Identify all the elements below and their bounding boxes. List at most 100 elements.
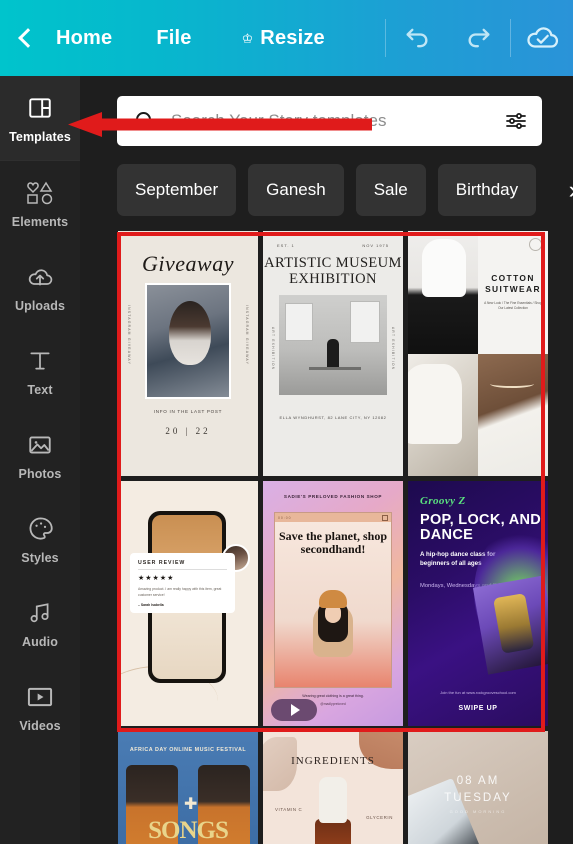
logo-badge-icon (529, 238, 542, 251)
cloud-check-icon (527, 27, 559, 48)
template-card-cotton-suitwear[interactable]: COTTON SUITWEAR A New Look / The Fine Es… (408, 231, 548, 476)
photos-icon (27, 430, 53, 460)
chip-september[interactable]: September (117, 164, 237, 216)
brand-label: SADIE'S PRELOVED FASHION SHOP (283, 494, 383, 499)
sidebar-label-elements: Elements (11, 214, 69, 229)
template-card-pop-lock-and-dance[interactable]: Groovy Z POP, LOCK, AND DANCE A hip-hop … (408, 481, 548, 726)
cloud-save-status-button[interactable] (511, 0, 573, 76)
text-icon (27, 346, 53, 376)
template-card-giveaway[interactable]: Giveaway INFO IN THE LAST POST 20 | 22 I… (118, 231, 258, 476)
header-left: EST. 1 (277, 243, 295, 248)
template-card-08-am-tuesday[interactable]: 08 AM TUESDAY GOOD MORNING (408, 731, 548, 844)
template-text: 08 AM TUESDAY GOOD MORNING (408, 773, 548, 815)
window-label: 00:00 (278, 515, 292, 520)
photo-top-left (408, 231, 478, 354)
sidebar-label-templates: Templates (9, 129, 71, 144)
left-sidebar: Templates Elements Uploads Text Photos S… (0, 76, 80, 844)
top-toolbar: Home File ♔ Resize (0, 0, 573, 76)
search-icon (136, 112, 155, 131)
window-close-icon (382, 514, 388, 521)
back-button[interactable] (0, 0, 56, 76)
sliders-filter-icon[interactable] (504, 109, 528, 133)
template-card-save-the-planet[interactable]: SADIE'S PRELOVED FASHION SHOP 00:00 Save… (263, 481, 403, 726)
year-right: 22 (195, 426, 211, 436)
templates-panel: Search Your Story templates September Ga… (80, 76, 573, 844)
template-grid: Giveaway INFO IN THE LAST POST 20 | 22 I… (118, 231, 566, 844)
sidebar-label-audio: Audio (22, 634, 58, 649)
top-toolbar-right (385, 0, 573, 76)
figure-hat (319, 590, 347, 608)
template-cta: SWIPE UP (458, 705, 498, 712)
photo-bottom-left (408, 353, 478, 476)
template-caption: Wearing great clothing is a great thing. (302, 694, 364, 698)
template-big-text: SONGS (148, 817, 229, 844)
videos-icon (26, 682, 54, 712)
resize-label: Resize (260, 26, 325, 49)
template-card-africa-day[interactable]: AFRICA DAY ONLINE MUSIC FESTIVAL ✚ SONGS (118, 731, 258, 844)
redo-icon (468, 28, 490, 48)
sidebar-item-uploads[interactable]: Uploads (0, 245, 80, 329)
template-header: EST. 1 NOV 1975 (277, 243, 389, 248)
template-side-text-left: ART EXHIBITION (271, 327, 275, 371)
undo-button[interactable] (386, 0, 448, 76)
search-box[interactable]: Search Your Story templates (117, 96, 542, 146)
chip-next-arrow-icon[interactable]: › (569, 178, 573, 203)
chip-ganesh[interactable]: Ganesh (248, 164, 344, 216)
sidebar-item-elements[interactable]: Elements (0, 161, 80, 245)
sidebar-label-styles: Styles (21, 550, 59, 565)
template-side-text-right: INSTAGRAM GIVEAWAY (245, 305, 249, 366)
sidebar-item-styles[interactable]: Styles (0, 497, 80, 581)
resize-button[interactable]: ♔ Resize (242, 27, 325, 50)
template-card-artistic-museum[interactable]: EST. 1 NOV 1975 ARTISTIC MUSEUM EXHIBITI… (263, 231, 403, 476)
undo-icon (406, 28, 428, 48)
time-line: 08 AM (456, 775, 500, 787)
file-menu-button[interactable]: File (156, 27, 191, 50)
header-right: NOV 1975 (362, 243, 389, 248)
styles-palette-icon (27, 514, 54, 544)
template-caption: INFO IN THE LAST POST (153, 409, 223, 414)
sidebar-item-photos[interactable]: Photos (0, 413, 80, 497)
search-input[interactable]: Search Your Story templates (171, 111, 504, 131)
dancer-photo (472, 575, 548, 675)
sidebar-label-photos: Photos (18, 466, 62, 481)
template-side-text-left: INSTAGRAM GIVEAWAY (127, 305, 131, 366)
chip-birthday[interactable]: Birthday (437, 164, 537, 216)
template-footer: Join the fun at www.rockgrooveschool.com (440, 689, 516, 695)
sidebar-item-videos[interactable]: Videos (0, 665, 80, 749)
sidebar-item-templates[interactable]: Templates (0, 76, 80, 160)
template-title: Giveaway (142, 251, 234, 276)
template-photo (145, 283, 231, 399)
sidebar-label-uploads: Uploads (14, 298, 65, 313)
chevron-left-icon (18, 28, 38, 48)
template-card-ingredients[interactable]: INGREDIENTS VITAMIN C GLYCERIN (263, 731, 403, 844)
play-icon (291, 704, 300, 716)
play-button[interactable] (271, 699, 317, 721)
elements-icon (25, 178, 55, 208)
redo-button[interactable] (448, 0, 510, 76)
template-year: 20 | 22 (165, 426, 211, 436)
template-title: ARTISTIC MUSEUM EXHIBITION (264, 255, 402, 288)
category-chip-row[interactable]: September Ganesh Sale Birthday › (117, 164, 573, 216)
window-frame: 00:00 Save the planet, shop secondhand! (274, 512, 392, 688)
frame-left (285, 303, 313, 342)
sidebar-label-text: Text (27, 382, 53, 397)
home-button[interactable]: Home (56, 27, 112, 50)
template-title: INGREDIENTS (291, 755, 375, 767)
photo-bottom-right (478, 353, 548, 476)
template-subtitle: A New Look / The Fine Essentials / Shop … (484, 300, 542, 311)
window-titlebar: 00:00 (275, 513, 391, 522)
sidebar-item-audio[interactable]: Audio (0, 581, 80, 665)
audio-note-icon (27, 598, 53, 628)
plus-icon: ✚ (184, 796, 198, 813)
upload-cloud-icon (26, 262, 54, 292)
sidebar-label-videos: Videos (19, 718, 61, 733)
template-card-user-review[interactable]: USER REVIEW ★★★★★ Amazing product. I am … (118, 481, 258, 726)
ingredient-label-right: GLYCERIN (366, 815, 393, 820)
template-title: COTTON SUITWEAR (485, 272, 541, 295)
sidebar-item-text[interactable]: Text (0, 329, 80, 413)
day-line: TUESDAY (444, 791, 512, 804)
dropper-shape (319, 777, 347, 823)
review-text: Amazing product. I am really happy with … (138, 587, 222, 598)
template-script-text: Groovy Z (420, 495, 466, 507)
chip-sale[interactable]: Sale (355, 164, 426, 216)
